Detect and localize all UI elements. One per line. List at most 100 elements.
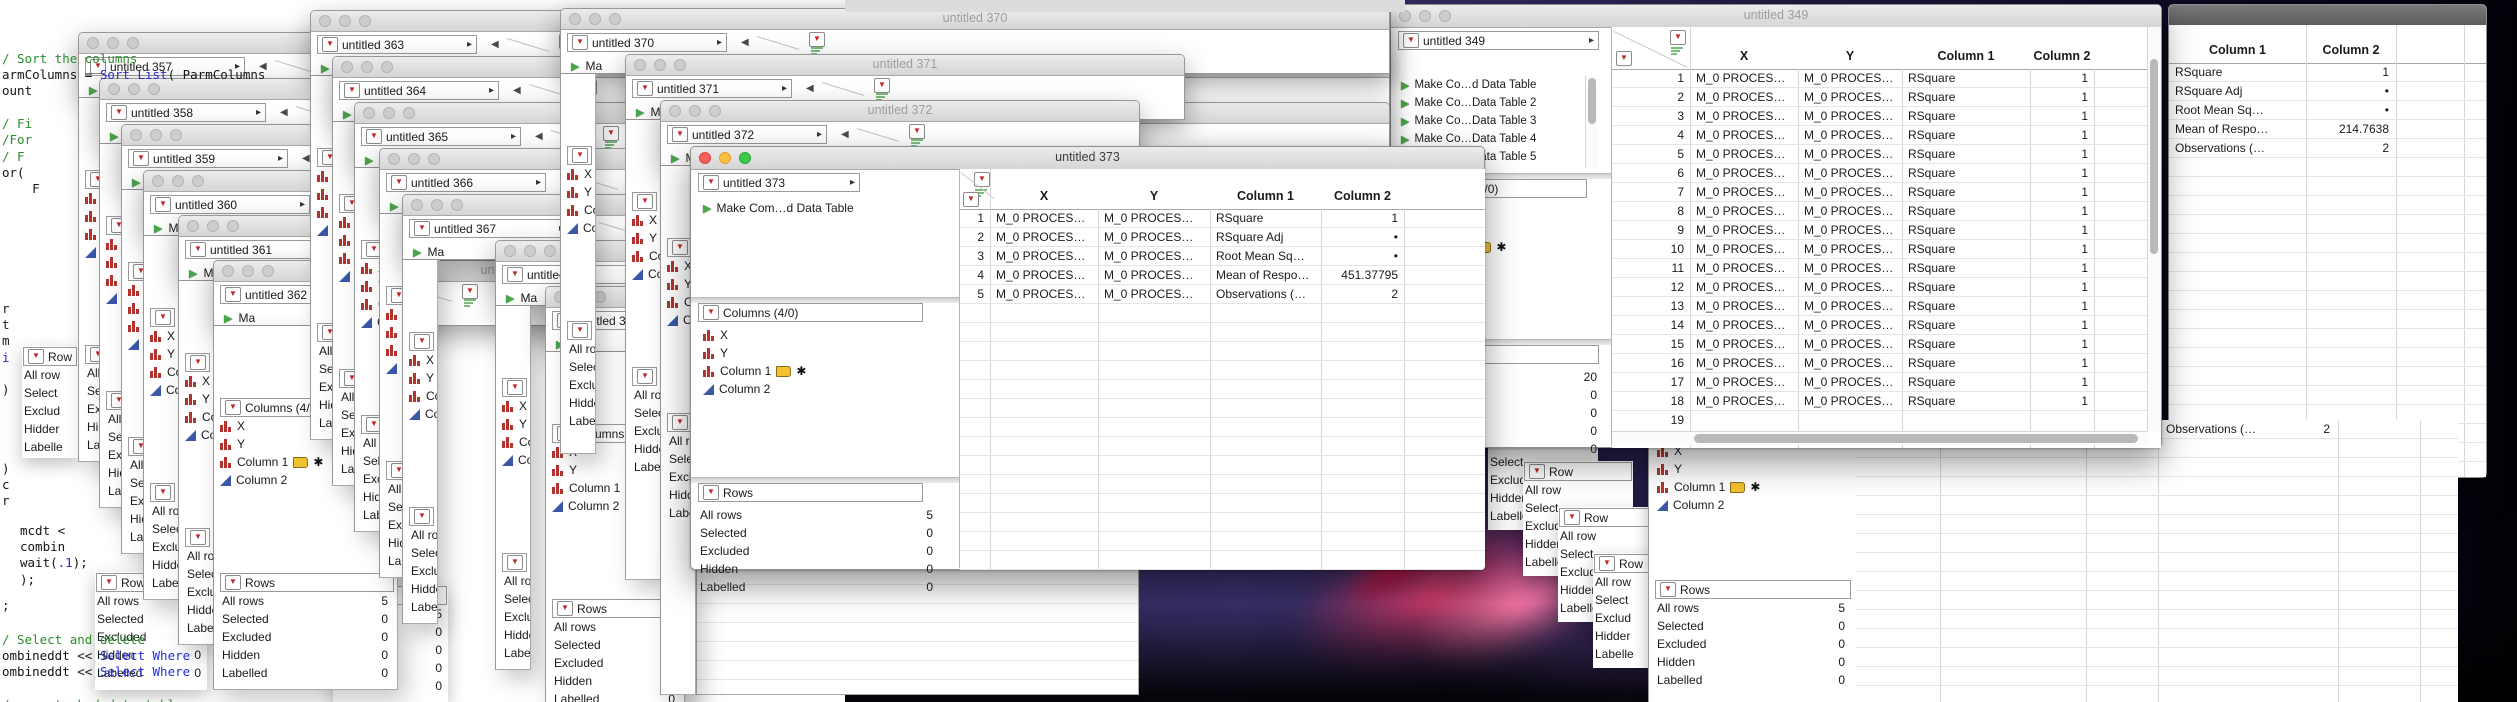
- red-triangle-icon[interactable]: ▼: [190, 530, 206, 545]
- red-triangle-icon[interactable]: ▼: [414, 334, 430, 349]
- cell-rownum[interactable]: 1: [960, 209, 984, 228]
- columns-panel-header[interactable]: ▼ Colu: [185, 353, 210, 372]
- expand-icon[interactable]: ▸: [717, 37, 722, 48]
- table-row[interactable]: RSquare Adj •: [2169, 82, 2486, 101]
- rows-panel-header[interactable]: ▼Row: [1524, 462, 1632, 481]
- cell-column1[interactable]: RSquare: [1908, 373, 2028, 392]
- cell-column2[interactable]: 1: [2309, 63, 2389, 82]
- back-arrow-icon[interactable]: ◀: [841, 129, 849, 140]
- column-item[interactable]: Y: [409, 369, 434, 387]
- red-triangle-icon[interactable]: ▼: [1670, 30, 1686, 45]
- cell-x[interactable]: M_0 PROCES…: [1696, 164, 1796, 183]
- column-item[interactable]: Col: [150, 381, 178, 399]
- rows-panel-header[interactable]: ▼ Row: [567, 321, 592, 340]
- column-item[interactable]: Column 2: [1657, 496, 1857, 514]
- cell-column2[interactable]: •: [2309, 82, 2389, 101]
- cell-x[interactable]: M_0 PROCES…: [1696, 202, 1796, 221]
- red-triangle-icon[interactable]: ▼: [225, 287, 241, 302]
- rows-panel-header[interactable]: ▼ Row: [409, 507, 434, 526]
- scripts-scrollbar[interactable]: [1585, 76, 1598, 168]
- titlebar[interactable]: untitled 349: [1391, 5, 2161, 28]
- columns-panel-header[interactable]: ▼ Colu: [502, 378, 527, 397]
- table-body[interactable]: RSquare 1 RSquare Adj • Root Mean Sq… • …: [2169, 63, 2486, 477]
- table-script-item[interactable]: ▶ Make Co…Data Table 2: [1401, 94, 1573, 112]
- columns-panel-header[interactable]: ▼ Colu: [667, 238, 692, 257]
- red-triangle-icon[interactable]: ▼: [414, 509, 430, 524]
- cell-column2[interactable]: •: [1325, 228, 1398, 247]
- cell-column1[interactable]: RSquare: [1908, 107, 2028, 126]
- cell-column1[interactable]: Mean of Respo…: [2175, 120, 2303, 139]
- titlebar[interactable]: untitled 373: [691, 147, 1484, 170]
- column-item[interactable]: Col✱: [409, 387, 437, 405]
- back-arrow-icon[interactable]: ◀: [741, 37, 749, 48]
- column-item[interactable]: X: [567, 165, 592, 183]
- table-row[interactable]: Observations (… 2: [2169, 139, 2486, 158]
- table-row[interactable]: 2 M_0 PROCES… M_0 PROCES… RSquare Adj •: [960, 228, 1485, 247]
- cell-y[interactable]: M_0 PROCES…: [1804, 183, 1900, 202]
- vertical-scrollbar[interactable]: [2147, 27, 2161, 431]
- script-play-icon[interactable]: ▶: [154, 222, 162, 235]
- cell-column1[interactable]: RSquare: [1908, 183, 2028, 202]
- expand-icon[interactable]: ▸: [1589, 35, 1594, 46]
- cell-rownum[interactable]: 12: [1612, 278, 1684, 297]
- column-item[interactable]: Col✱: [185, 408, 213, 426]
- scrollbar-thumb[interactable]: [1588, 78, 1596, 124]
- column-item[interactable]: X: [667, 257, 692, 275]
- red-triangle-icon[interactable]: ▼: [637, 81, 653, 96]
- table-row[interactable]: 3 M_0 PROCES… M_0 PROCES… RSquare 1: [1612, 107, 2161, 126]
- scrollbar-thumb[interactable]: [2150, 59, 2158, 254]
- cell-x[interactable]: M_0 PROCES…: [1696, 145, 1796, 164]
- column-item[interactable]: Col✱: [667, 293, 695, 311]
- red-triangle-icon[interactable]: ▼: [462, 284, 478, 299]
- table-panel-header[interactable]: ▼ untitled 365 ▸: [361, 127, 521, 146]
- script-play-icon[interactable]: ▶: [671, 152, 679, 165]
- table-panel-header[interactable]: ▼ untitled 367 ▸: [409, 219, 569, 238]
- red-triangle-icon[interactable]: ▼: [507, 380, 523, 395]
- expand-icon[interactable]: ▸: [850, 177, 855, 188]
- red-triangle-icon[interactable]: ▼: [190, 355, 206, 370]
- expand-icon[interactable]: ▸: [536, 177, 541, 188]
- table-row-partial[interactable]: 19: [1612, 411, 1690, 430]
- red-triangle-icon[interactable]: ▼: [672, 240, 688, 255]
- cell-rownum[interactable]: 14: [1612, 316, 1684, 335]
- cell-column2[interactable]: 1: [1325, 209, 1398, 228]
- table-row[interactable]: 15 M_0 PROCES… M_0 PROCES… RSquare 1: [1612, 335, 2161, 354]
- column-item[interactable]: Y: [185, 390, 210, 408]
- table-row[interactable]: 3 M_0 PROCES… M_0 PROCES… Root Mean Sq… …: [960, 247, 1485, 266]
- column-item[interactable]: Col: [567, 219, 595, 237]
- rows-panel-header[interactable]: ▼ Rows: [220, 573, 394, 592]
- cell-column1[interactable]: RSquare Adj: [1216, 228, 1319, 247]
- cell-y[interactable]: M_0 PROCES…: [1804, 259, 1900, 278]
- cell-x[interactable]: M_0 PROCES…: [1696, 126, 1796, 145]
- cell-column2[interactable]: 214.7638: [2309, 120, 2389, 139]
- red-triangle-icon[interactable]: ▼: [507, 555, 523, 570]
- red-triangle-icon[interactable]: ▼: [809, 32, 825, 47]
- cell-column1[interactable]: RSquare: [1216, 209, 1319, 228]
- expand-icon[interactable]: ▸: [782, 83, 787, 94]
- table-row[interactable]: 2 M_0 PROCES… M_0 PROCES… RSquare 1: [1612, 88, 2161, 107]
- columns-panel-header[interactable]: ▼ Colu: [632, 192, 657, 211]
- column-item[interactable]: X: [409, 351, 434, 369]
- cell-column1[interactable]: RSquare: [1908, 240, 2028, 259]
- script-editor-text[interactable]: / Select and delete ombineddt << Select W…: [2, 583, 235, 702]
- table-panel-header[interactable]: ▼ untitled 370 ▸: [567, 33, 727, 52]
- column-item[interactable]: Y: [502, 415, 527, 433]
- expand-icon[interactable]: ▸: [511, 131, 516, 142]
- cell-column2[interactable]: 1: [2036, 202, 2088, 221]
- cell-rownum[interactable]: 3: [1612, 107, 1684, 126]
- column-item[interactable]: Col✱: [567, 201, 595, 219]
- cell-column2[interactable]: 1: [2036, 297, 2088, 316]
- cell-rownum[interactable]: 3: [960, 247, 984, 266]
- script-editor-text[interactable]: / Close data table and do not save JMP t…: [2, 693, 566, 702]
- column-item[interactable]: Y: [703, 344, 806, 362]
- cell-column2[interactable]: •: [2309, 101, 2389, 120]
- script-play-icon[interactable]: ▶: [189, 267, 197, 280]
- column-item[interactable]: X: [185, 372, 210, 390]
- cell-y[interactable]: M_0 PROCES…: [1804, 316, 1900, 335]
- cell-column1[interactable]: RSquare: [1908, 69, 2028, 88]
- cell-x[interactable]: M_0 PROCES…: [1696, 259, 1796, 278]
- table-panel-header[interactable]: ▼ untitled 363 ▸: [317, 35, 477, 54]
- red-triangle-icon[interactable]: ▼: [507, 267, 523, 282]
- cell-x[interactable]: M_0 PROCES…: [1696, 183, 1796, 202]
- red-triangle-icon[interactable]: ▼: [557, 601, 573, 616]
